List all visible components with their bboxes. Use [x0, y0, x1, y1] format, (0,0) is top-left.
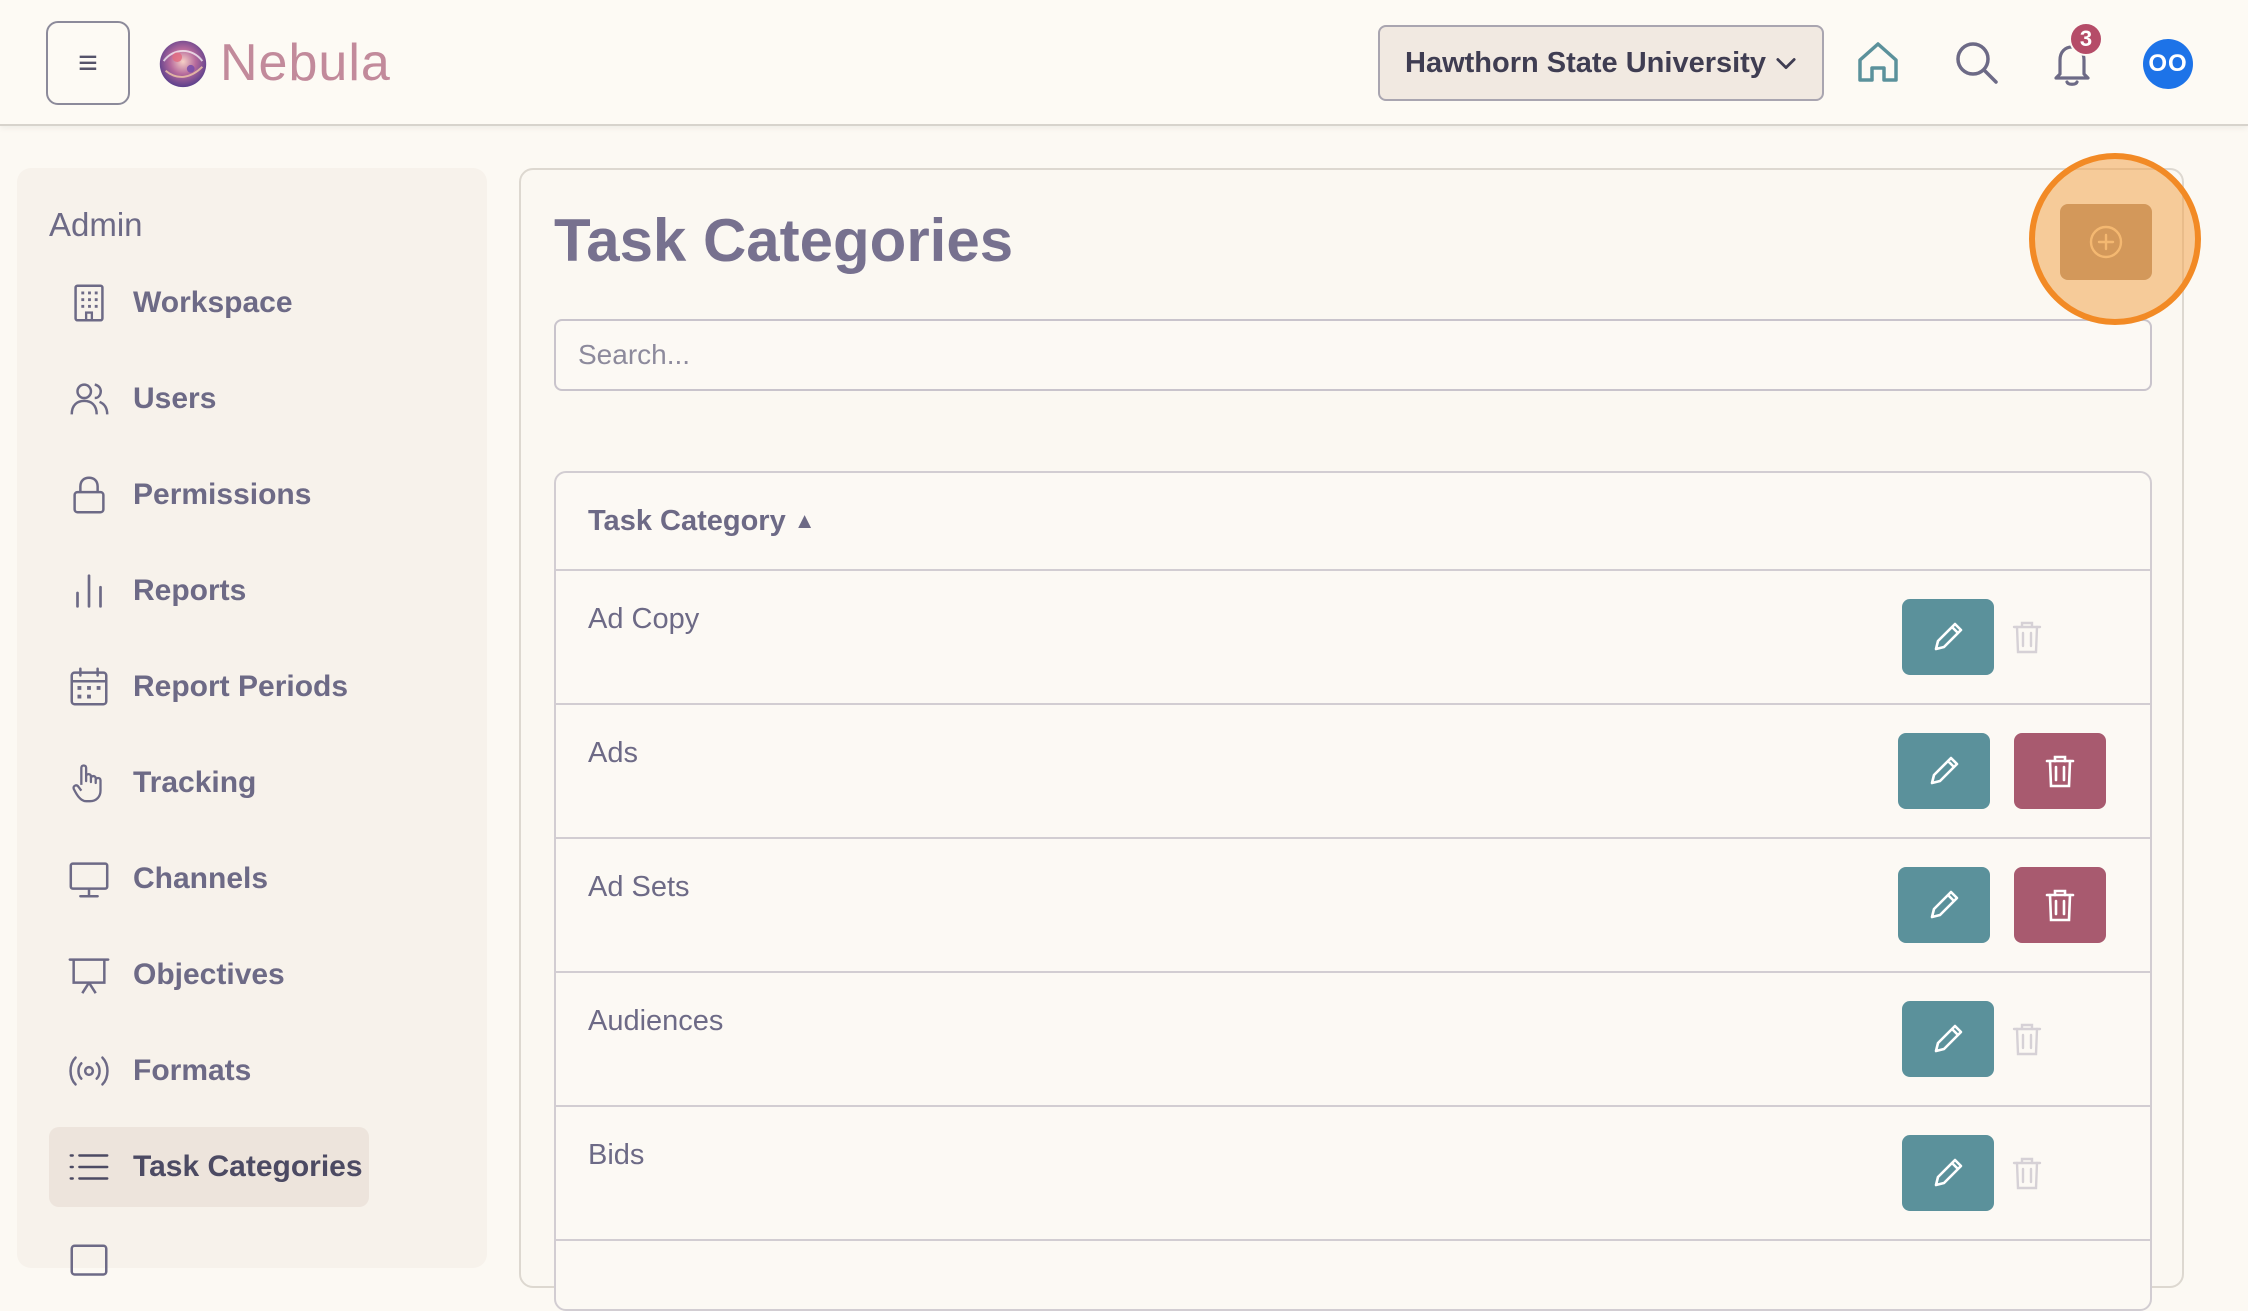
users-icon	[70, 383, 109, 415]
delete-button[interactable]	[2014, 867, 2106, 943]
folder-icon	[70, 1244, 108, 1276]
pencil-icon	[1934, 1158, 1963, 1187]
bar-chart-icon	[76, 574, 102, 608]
task-categories-panel: Task Categories Task Category ▲ Ad Copy …	[519, 168, 2184, 1311]
sidebar-item-label: Task Categories	[133, 1150, 363, 1183]
sidebar-item-users[interactable]: Users	[49, 359, 369, 439]
table-row: Audiences	[556, 973, 2150, 1107]
sidebar-item-task-categories[interactable]: Task Categories	[49, 1127, 369, 1207]
add-task-category-button[interactable]	[2060, 204, 2152, 280]
delete-button-disabled	[1981, 1135, 2073, 1211]
column-header-task-category[interactable]: Task Category ▲	[556, 473, 2150, 571]
edit-button[interactable]	[1898, 733, 1990, 809]
row-name: Bids	[588, 1139, 645, 1171]
trash-icon	[2045, 755, 2075, 788]
table-row: Ads	[556, 705, 2150, 839]
pencil-icon	[1934, 622, 1963, 651]
page-title: Task Categories	[554, 207, 1014, 274]
sidebar-item-label: Users	[133, 382, 217, 415]
sidebar-item-tracking[interactable]: Tracking	[49, 743, 369, 823]
presentation-icon	[68, 958, 110, 994]
plus-circle-icon	[2089, 225, 2123, 259]
monitor-icon	[69, 862, 109, 898]
nebula-logo-icon	[159, 40, 207, 88]
sidebar-item-label: Reports	[133, 574, 247, 607]
sidebar-item-formats[interactable]: Formats	[49, 1031, 369, 1111]
user-avatar[interactable]: OO	[2143, 39, 2193, 89]
task-categories-table: Task Category ▲ Ad Copy Ads Ad Sets Audi…	[554, 471, 2152, 1311]
pencil-icon	[1930, 890, 1959, 919]
home-icon[interactable]	[1846, 30, 1910, 94]
table-row: Ad Copy	[556, 571, 2150, 705]
lock-icon	[73, 476, 105, 514]
sidebar-title: Admin	[49, 206, 143, 243]
sidebar-item-label: Workspace	[133, 286, 293, 319]
table-row: Ad Sets	[556, 839, 2150, 973]
broadcast-icon	[69, 1056, 109, 1086]
sidebar-item-objectives[interactable]: Objectives	[49, 935, 369, 1015]
menu-button[interactable]: ≡	[46, 21, 130, 105]
row-name: Ads	[588, 737, 638, 769]
sidebar-item-label: Permissions	[133, 478, 312, 511]
sidebar-item-channels[interactable]: Channels	[49, 839, 369, 919]
sidebar-item-label: Report Periods	[133, 670, 349, 703]
trash-icon	[2012, 1023, 2042, 1056]
list-icon	[69, 1154, 109, 1180]
delete-button-disabled	[1981, 1001, 2073, 1077]
row-name: Ad Sets	[588, 871, 690, 903]
logo[interactable]: Nebula	[154, 30, 391, 96]
sidebar-item-label: Channels	[133, 862, 269, 895]
sidebar-item-workspace[interactable]: Workspace	[49, 263, 369, 343]
sidebar-item-reports[interactable]: Reports	[49, 551, 369, 631]
top-header: ≡ Nebula Hawthorn State University 3 OO	[0, 0, 2248, 126]
trash-icon	[2012, 621, 2042, 654]
pointer-hand-icon	[72, 764, 102, 803]
search-input[interactable]	[554, 319, 2152, 391]
trash-icon	[2012, 1157, 2042, 1190]
logo-text: Nebula	[220, 34, 391, 92]
sidebar-item-permissions[interactable]: Permissions	[49, 455, 369, 535]
pencil-icon	[1934, 1024, 1963, 1053]
hamburger-icon: ≡	[78, 43, 98, 82]
column-header-label: Task Category	[588, 504, 786, 537]
organization-select-value: Hawthorn State University	[1405, 46, 1766, 79]
chevron-down-icon	[1776, 58, 1796, 70]
search-icon[interactable]	[1944, 30, 2008, 94]
edit-button[interactable]	[1898, 867, 1990, 943]
sidebar-item-more[interactable]	[49, 1223, 369, 1303]
row-name: Audiences	[588, 1005, 724, 1037]
admin-sidebar: Admin Workspace Users Permissions Report…	[17, 168, 487, 1276]
sidebar-item-label: Tracking	[133, 766, 257, 799]
pencil-icon	[1930, 756, 1959, 785]
table-row: Bids	[556, 1107, 2150, 1241]
building-icon	[74, 284, 104, 322]
notification-badge: 3	[2069, 22, 2103, 56]
delete-button-disabled	[1981, 599, 2073, 675]
sidebar-item-label: Formats	[133, 1054, 252, 1087]
sidebar-item-report-periods[interactable]: Report Periods	[49, 647, 369, 727]
delete-button[interactable]	[2014, 733, 2106, 809]
trash-icon	[2045, 889, 2075, 922]
organization-select[interactable]: Hawthorn State University	[1378, 25, 1824, 101]
sort-ascending-icon: ▲	[793, 508, 816, 533]
calendar-icon	[70, 667, 108, 706]
sidebar-item-label: Objectives	[133, 958, 285, 991]
row-name: Ad Copy	[588, 603, 700, 635]
